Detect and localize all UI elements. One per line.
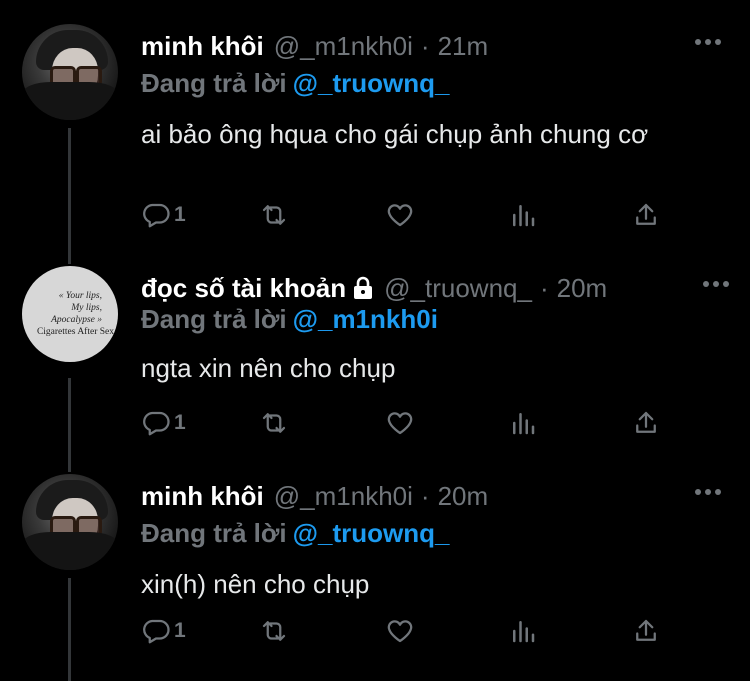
share-button[interactable] xyxy=(631,616,661,646)
user-handle[interactable]: @_truownq_ xyxy=(384,273,532,304)
mention-link[interactable]: @_m1nkh0i xyxy=(293,304,438,334)
analytics-button[interactable] xyxy=(508,200,538,230)
like-button[interactable] xyxy=(385,616,415,646)
share-icon xyxy=(636,203,656,225)
retweet-button[interactable] xyxy=(259,408,289,438)
reply-icon xyxy=(143,411,170,436)
analytics-icon xyxy=(513,621,535,643)
replying-to: Đang trả lời @_truownq_ xyxy=(141,68,449,99)
tweet[interactable]: minh khôi @_m1nkh0i · 20m Đang trả lời @_… xyxy=(0,474,750,674)
tweet-header: đọc số tài khoản @_truownq_ · 20m xyxy=(141,268,607,308)
tweet-text: xin(h) nên cho chụp xyxy=(141,569,370,599)
share-icon xyxy=(636,619,656,641)
more-icon[interactable] xyxy=(694,38,722,46)
share-icon xyxy=(636,411,656,433)
retweet-icon xyxy=(262,413,286,433)
avatar-line: My lips, xyxy=(71,303,102,313)
tweet-actions: 1 xyxy=(141,616,681,652)
user-handle[interactable]: @_m1nkh0i xyxy=(274,481,413,512)
tweet[interactable]: minh khôi @_m1nkh0i · 21m Đang trả lời @_… xyxy=(0,24,750,228)
avatar-line: « Your lips, xyxy=(58,291,102,301)
replying-to: Đang trả lời @_m1nkh0i xyxy=(141,304,438,335)
timestamp[interactable]: 20m xyxy=(557,273,608,304)
conversation-thread: minh khôi @_m1nkh0i · 21m Đang trả lời @_… xyxy=(0,0,750,681)
tweet-actions: 1 xyxy=(141,408,681,444)
separator: · xyxy=(420,480,430,511)
analytics-icon xyxy=(513,205,535,227)
analytics-button[interactable] xyxy=(508,408,538,438)
avatar-caption: « Your lips, My lips, Apocalypse » Cigar… xyxy=(22,290,118,338)
display-name[interactable]: minh khôi xyxy=(141,481,264,512)
tweet-header: minh khôi @_m1nkh0i · 20m xyxy=(141,476,488,516)
reply-count: 1 xyxy=(174,203,186,226)
reply-icon xyxy=(143,619,170,644)
retweet-button[interactable] xyxy=(259,616,289,646)
like-icon xyxy=(387,204,413,227)
share-button[interactable] xyxy=(631,200,661,230)
reply-button[interactable]: 1 xyxy=(141,200,186,230)
reply-icon xyxy=(143,203,170,228)
reply-button[interactable]: 1 xyxy=(141,408,186,438)
avatar[interactable] xyxy=(22,24,118,120)
display-name[interactable]: đọc số tài khoản xyxy=(141,273,346,304)
replying-label: Đang trả lời xyxy=(141,304,287,334)
like-button[interactable] xyxy=(385,408,415,438)
avatar-line: Cigarettes After Sex xyxy=(36,327,114,337)
avatar-line: Apocalypse » xyxy=(51,315,102,325)
user-handle[interactable]: @_m1nkh0i xyxy=(274,31,413,62)
tweet-text: ai bảo ông hqua cho gái chụp ảnh chung c… xyxy=(141,119,649,149)
separator: · xyxy=(539,272,549,303)
retweet-button[interactable] xyxy=(259,200,289,230)
replying-label: Đang trả lời xyxy=(141,68,287,98)
mention-link[interactable]: @_truownq_ xyxy=(293,518,450,548)
timestamp[interactable]: 20m xyxy=(438,481,489,512)
like-icon xyxy=(387,620,413,643)
mention-link[interactable]: @_truownq_ xyxy=(293,68,450,98)
like-button[interactable] xyxy=(385,200,415,230)
tweet-text: ngta xin nên cho chụp xyxy=(141,353,396,383)
replying-to: Đang trả lời @_truownq_ xyxy=(141,518,449,549)
lock-icon xyxy=(354,276,373,299)
tweet-actions: 1 xyxy=(141,200,681,236)
more-icon[interactable] xyxy=(694,488,722,496)
tweet-header: minh khôi @_m1nkh0i · 21m xyxy=(141,26,488,66)
analytics-button[interactable] xyxy=(508,616,538,646)
tweet[interactable]: « Your lips, My lips, Apocalypse » Cigar… xyxy=(0,266,750,446)
reply-count: 1 xyxy=(174,619,186,642)
avatar[interactable] xyxy=(22,474,118,570)
retweet-icon xyxy=(262,205,286,225)
like-icon xyxy=(387,412,413,435)
replying-label: Đang trả lời xyxy=(141,518,287,548)
reply-button[interactable]: 1 xyxy=(141,616,186,646)
timestamp[interactable]: 21m xyxy=(438,31,489,62)
display-name[interactable]: minh khôi xyxy=(141,31,264,62)
reply-count: 1 xyxy=(174,411,186,434)
more-icon[interactable] xyxy=(702,280,730,288)
retweet-icon xyxy=(262,621,286,641)
separator: · xyxy=(420,30,430,61)
share-button[interactable] xyxy=(631,408,661,438)
analytics-icon xyxy=(513,413,535,435)
avatar[interactable]: « Your lips, My lips, Apocalypse » Cigar… xyxy=(22,266,118,362)
